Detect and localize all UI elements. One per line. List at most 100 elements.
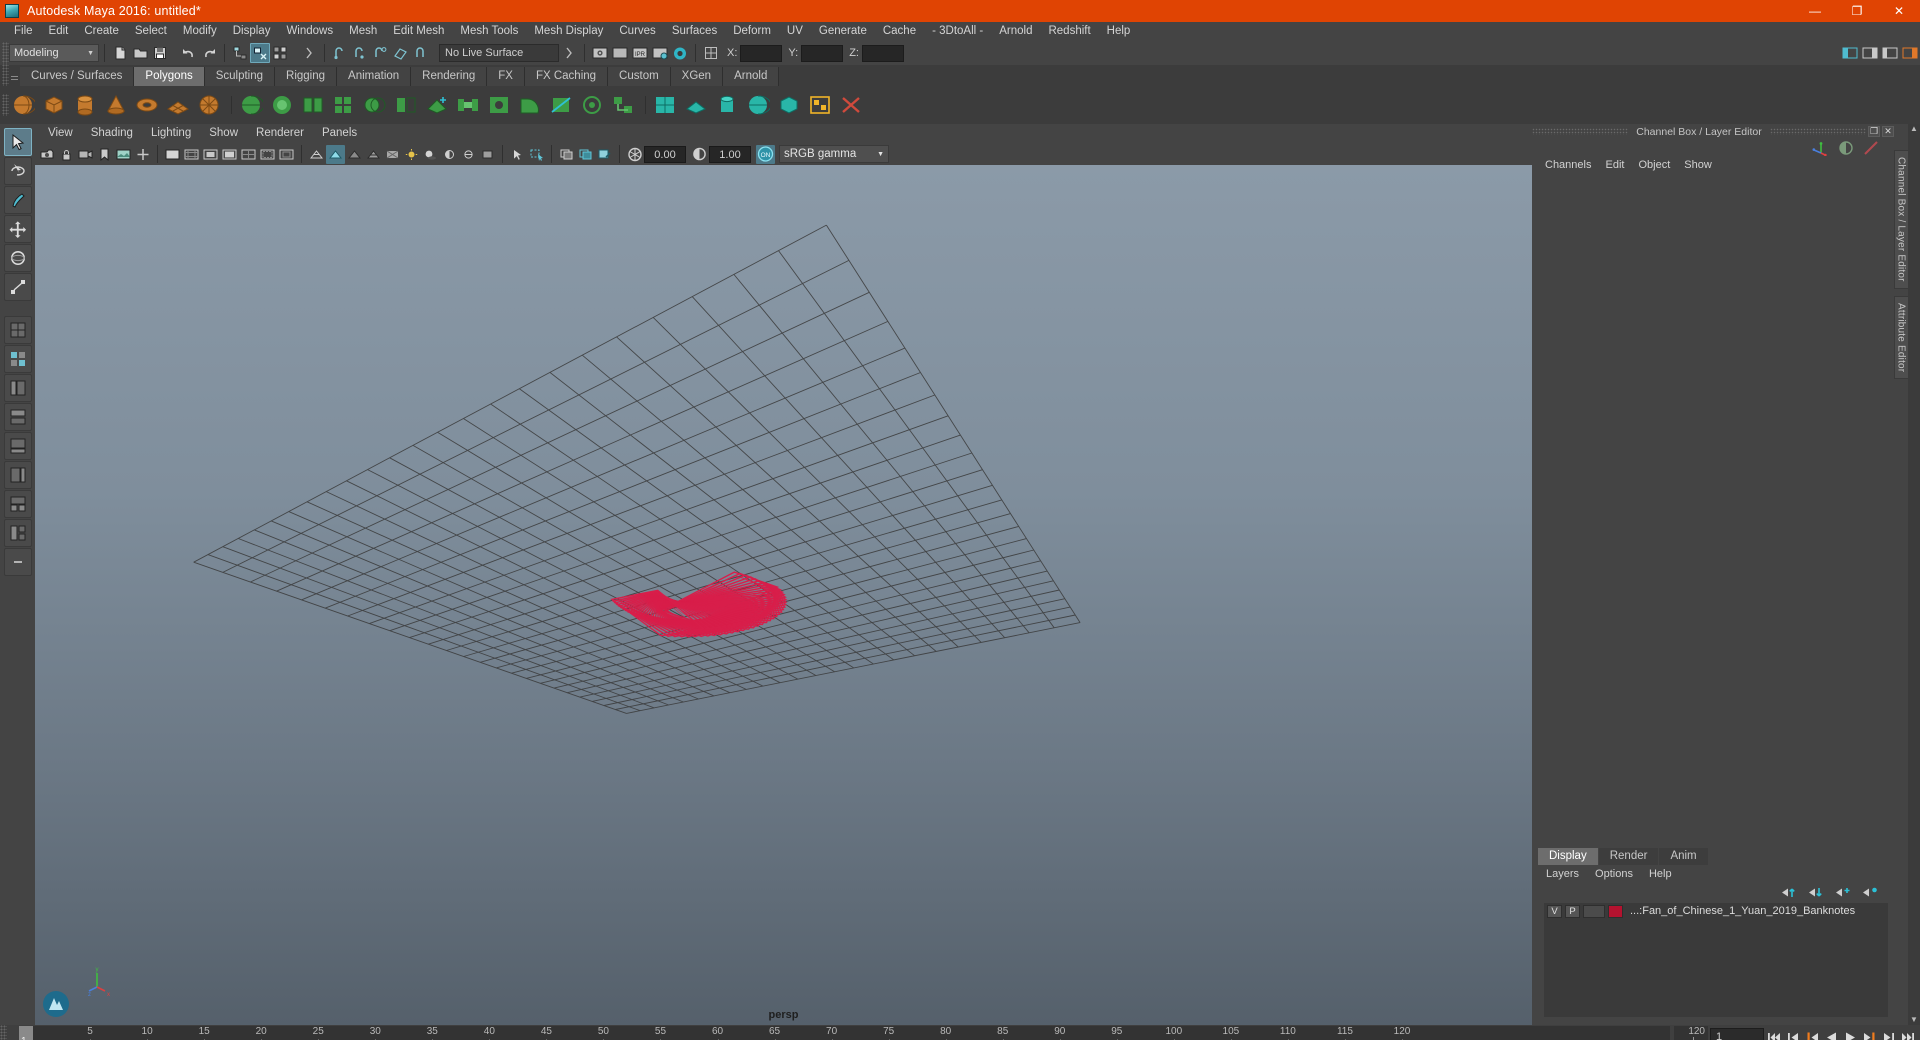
- menu-item-create[interactable]: Create: [76, 22, 127, 41]
- persp-graph-layout-button[interactable]: [3, 432, 32, 460]
- shadows-icon[interactable]: [421, 145, 440, 164]
- channel-box-menu-object[interactable]: Object: [1631, 159, 1677, 171]
- shelf-tab-fx-caching[interactable]: FX Caching: [524, 67, 609, 86]
- live-surface-expand-button[interactable]: [559, 43, 579, 63]
- close-button[interactable]: ✕: [1878, 0, 1920, 22]
- hypershade-button[interactable]: [670, 43, 690, 63]
- select-by-object-type-button[interactable]: [250, 43, 270, 63]
- menu-item-edit-mesh[interactable]: Edit Mesh: [385, 22, 452, 41]
- shelf-tab-fx[interactable]: FX: [487, 67, 525, 86]
- go-to-end-button[interactable]: [1899, 1028, 1916, 1040]
- menu-item-curves[interactable]: Curves: [611, 22, 663, 41]
- render-settings-button[interactable]: [650, 43, 670, 63]
- new-layer-icon[interactable]: [1835, 886, 1851, 899]
- new-layer-from-selected-icon[interactable]: [1862, 886, 1878, 899]
- extract-faces-icon[interactable]: [330, 91, 358, 119]
- color-management-toggle-icon[interactable]: ON: [756, 144, 775, 164]
- exposure-icon[interactable]: [625, 145, 644, 164]
- menu-item-display[interactable]: Display: [225, 22, 279, 41]
- layer-tab-anim[interactable]: Anim: [1659, 848, 1708, 865]
- safe-action-icon[interactable]: [258, 145, 277, 164]
- menu-item-mesh-display[interactable]: Mesh Display: [526, 22, 611, 41]
- multisample-icon[interactable]: [478, 145, 497, 164]
- toggle-modeling-toolkit-button[interactable]: [1840, 43, 1860, 63]
- snap-to-grid-button[interactable]: [330, 43, 350, 63]
- lasso-tool-button[interactable]: [3, 157, 32, 185]
- select-by-component-type-button[interactable]: [270, 43, 290, 63]
- render-current-frame-button[interactable]: [590, 43, 610, 63]
- paint-select-tool-button[interactable]: [3, 186, 32, 214]
- play-forwards-button[interactable]: [1842, 1028, 1859, 1040]
- three-pane-layout-button[interactable]: [3, 490, 32, 518]
- texture-shading-icon[interactable]: [383, 145, 402, 164]
- gate-mask-icon[interactable]: [220, 145, 239, 164]
- viewport-menu-shading[interactable]: Shading: [82, 124, 142, 143]
- redo-previous-render-button[interactable]: [610, 43, 630, 63]
- y-coordinate-field[interactable]: [801, 44, 844, 62]
- spherical-uv-icon[interactable]: [744, 91, 772, 119]
- play-backwards-button[interactable]: [1823, 1028, 1840, 1040]
- menu-item-generate[interactable]: Generate: [811, 22, 875, 41]
- layer-menu-options[interactable]: Options: [1587, 868, 1641, 880]
- side-tab-attribute-editor[interactable]: Attribute Editor: [1893, 295, 1909, 380]
- viewport-menu-lighting[interactable]: Lighting: [142, 124, 200, 143]
- 3d-viewport[interactable]: persp y z x: [35, 165, 1532, 1025]
- camera-attributes-icon[interactable]: [76, 145, 95, 164]
- shelf-grip[interactable]: [2, 64, 9, 86]
- layer-playback-toggle[interactable]: P: [1565, 904, 1580, 918]
- redo-button[interactable]: [199, 43, 219, 63]
- wireframe-shading-icon[interactable]: [307, 145, 326, 164]
- time-slider-track[interactable]: 1 5 10 15 20 25 30 35 40 45 50 55 60 65 70 75 80 85 90 95 1…: [19, 1026, 1670, 1040]
- delete-history-icon[interactable]: [837, 91, 865, 119]
- layer-color-swatch[interactable]: [1608, 904, 1623, 918]
- go-to-start-button[interactable]: [1766, 1028, 1783, 1040]
- two-stacked-layout-button[interactable]: [3, 519, 32, 547]
- select-tool-button[interactable]: [3, 128, 32, 156]
- layer-row[interactable]: V P ...:Fan_of_Chinese_1_Yuan_2019_Banknot…: [1544, 903, 1888, 919]
- multi-cut-icon[interactable]: [547, 91, 575, 119]
- channel-box-menu-edit[interactable]: Edit: [1598, 159, 1631, 171]
- scroll-up-icon[interactable]: ▲: [1910, 124, 1918, 134]
- gamma-value-field[interactable]: 1.00: [709, 145, 751, 163]
- menu-item-edit[interactable]: Edit: [41, 22, 77, 41]
- step-back-key-button[interactable]: [1804, 1028, 1821, 1040]
- fill-hole-icon[interactable]: [485, 91, 513, 119]
- menu-item-surfaces[interactable]: Surfaces: [664, 22, 725, 41]
- shading-toggle-icon[interactable]: [1838, 140, 1854, 156]
- image-plane-icon[interactable]: [114, 145, 133, 164]
- menu-item-modify[interactable]: Modify: [175, 22, 225, 41]
- statusline-grip[interactable]: [2, 42, 9, 64]
- gamma-icon[interactable]: [690, 145, 709, 164]
- menu-item-cache[interactable]: Cache: [875, 22, 924, 41]
- shelf-tab-rigging[interactable]: Rigging: [275, 67, 338, 86]
- resolution-gate-icon[interactable]: [201, 145, 220, 164]
- shelf-tab-custom[interactable]: Custom: [608, 67, 671, 86]
- smooth-shade-selected-icon[interactable]: [345, 145, 364, 164]
- z-coordinate-field[interactable]: [861, 44, 904, 62]
- menu-item-select[interactable]: Select: [127, 22, 175, 41]
- shelf-tab-arnold[interactable]: Arnold: [723, 67, 780, 86]
- close-panel-button[interactable]: ✕: [1882, 126, 1894, 137]
- wedge-face-icon[interactable]: [516, 91, 544, 119]
- current-frame-field[interactable]: 1: [1710, 1028, 1764, 1040]
- automatic-uv-icon[interactable]: [775, 91, 803, 119]
- ipr-render-button[interactable]: IPR: [630, 43, 650, 63]
- undo-button[interactable]: [179, 43, 199, 63]
- polygon-disc-icon[interactable]: [195, 91, 223, 119]
- safe-title-icon[interactable]: [277, 145, 296, 164]
- menu-item-deform[interactable]: Deform: [725, 22, 779, 41]
- step-forward-key-button[interactable]: [1861, 1028, 1878, 1040]
- smooth-shade-all-icon[interactable]: [326, 144, 345, 164]
- target-weld-icon[interactable]: [578, 91, 606, 119]
- four-view-layout-button[interactable]: [3, 345, 32, 373]
- ambient-occlusion-icon[interactable]: [440, 145, 459, 164]
- append-polygon-icon[interactable]: [423, 91, 451, 119]
- component-mask-expand-button[interactable]: [299, 43, 319, 63]
- bookmark-icon[interactable]: [95, 145, 114, 164]
- side-tab-channel-box-layer-editor[interactable]: Channel Box / Layer Editor: [1893, 150, 1909, 289]
- new-scene-button[interactable]: [110, 43, 130, 63]
- field-chart-icon[interactable]: [239, 145, 258, 164]
- shelf-icons-grip[interactable]: [2, 94, 9, 116]
- select-by-hierarchy-button[interactable]: [230, 43, 250, 63]
- time-slider-grip[interactable]: [0, 1025, 7, 1040]
